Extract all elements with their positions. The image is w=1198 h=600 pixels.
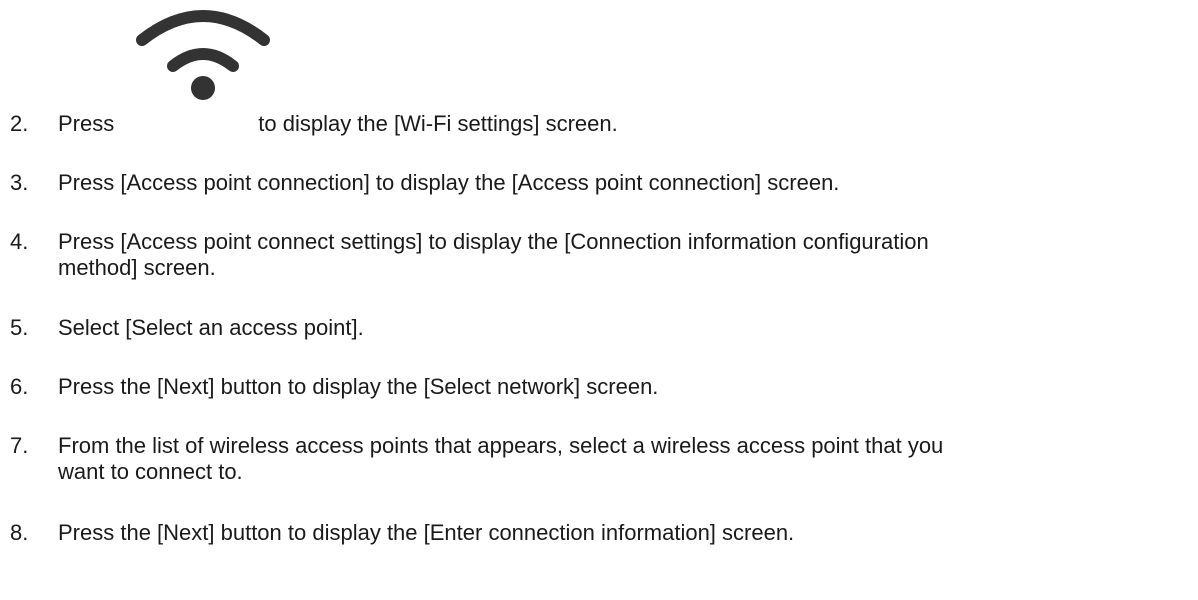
step-text: From the list of wireless access points … bbox=[58, 433, 1178, 485]
step-text: Press the [Next] button to display the [… bbox=[58, 374, 659, 399]
step-text-after-icon: to display the [Wi-Fi settings] screen. bbox=[258, 111, 618, 136]
step-text-line-1: Press [Access point connect settings] to… bbox=[58, 229, 929, 254]
step-number: 3. bbox=[10, 170, 29, 195]
step-number: 2. bbox=[10, 111, 29, 136]
step-number: 8. bbox=[10, 520, 29, 545]
step-text-line-2: method] screen. bbox=[58, 255, 216, 280]
step-text: Select [Select an access point]. bbox=[58, 315, 364, 340]
step-text-line-1: From the list of wireless access points … bbox=[58, 433, 944, 458]
step-text: Press [Access point connection] to displ… bbox=[58, 170, 840, 195]
step-number: 6. bbox=[10, 374, 29, 399]
step-text-before-icon: Press bbox=[58, 111, 115, 136]
step-text: Press to display the [Wi-Fi settings] scr… bbox=[58, 111, 1178, 137]
step-text: Press [Access point connect settings] to… bbox=[58, 229, 1178, 281]
step-text-line-2: want to connect to. bbox=[58, 459, 243, 484]
step-number: 7. bbox=[10, 433, 29, 458]
step-text: Press the [Next] button to display the [… bbox=[58, 520, 795, 545]
step-number: 5. bbox=[10, 315, 29, 340]
step-number: 4. bbox=[10, 229, 29, 254]
instruction-steps: 2. Press to display the [Wi-Fi settings] … bbox=[0, 0, 1198, 600]
